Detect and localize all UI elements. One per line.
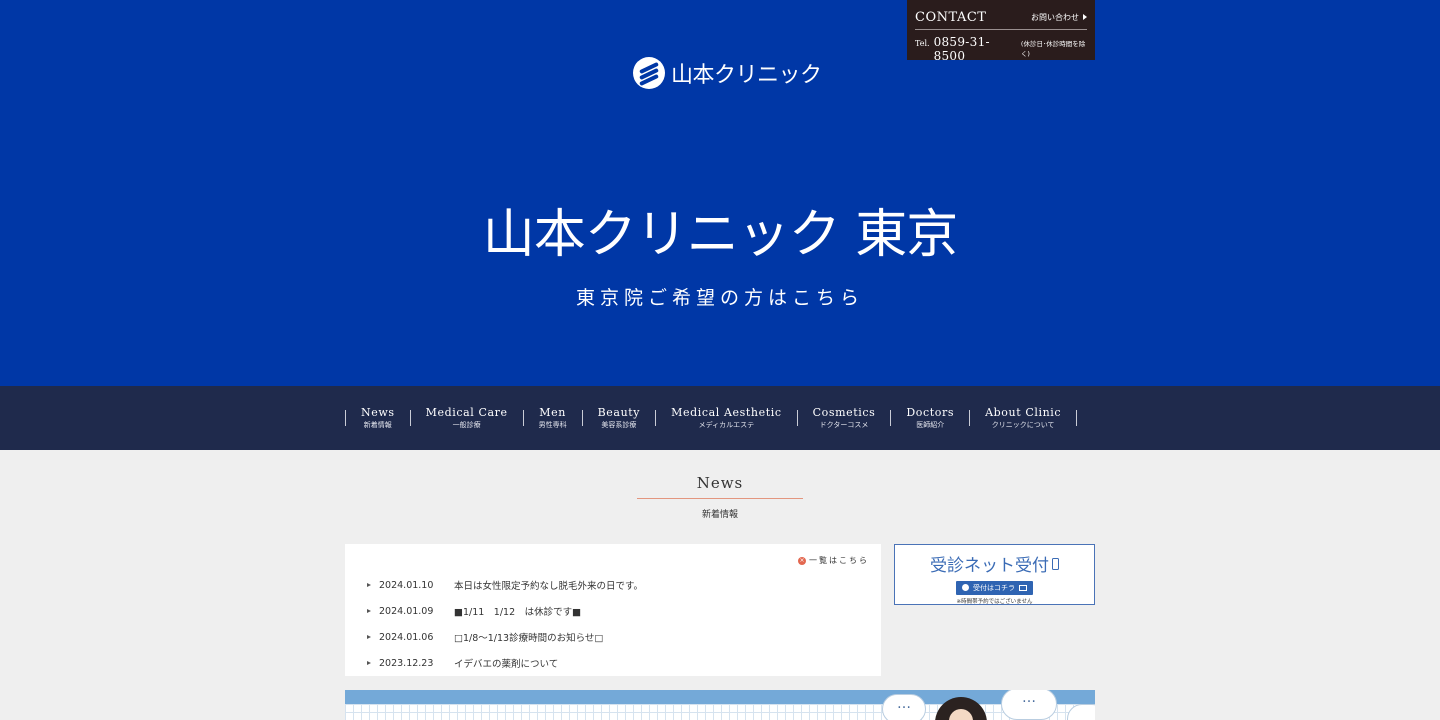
online-reception-banner[interactable]: 受診ネット受付 受付はコチラ ※時間帯予約ではございません [894,544,1095,605]
inquiry-label: お問い合わせ [1031,12,1079,22]
hero-banner[interactable]: 山本クリニック CONTACT お問い合わせ Tel. 0859-31-8500… [0,0,1440,386]
bullet-triangle-icon [367,609,371,613]
nav-item-men[interactable]: Men 男性専科 [524,406,582,430]
news-date: 2023.12.23 [379,657,434,669]
play-circle-icon [962,584,969,591]
reception-button[interactable]: 受付はコチラ [956,580,1033,595]
nav-item-medical-aesthetic[interactable]: Medical Aesthetic メディカルエステ [656,406,796,430]
tel-number[interactable]: 0859-31-8500 [934,35,1013,63]
nav-item-label-jp: 一般診療 [452,421,481,429]
nav-item-label-jp: クリニックについて [991,421,1055,429]
speech-bubble: … [1001,690,1057,720]
nav-item-about-clinic[interactable]: About Clinic クリニックについて [970,406,1076,430]
news-more-label: 一覧はこちら [809,556,869,565]
tel-note: (休診日･休診時間を除く) [1020,40,1086,58]
news-heading-jp: 新着情報 [701,510,738,520]
illustration-banner[interactable]: … … [345,690,1095,720]
news-section-heading: News 新着情報 [637,474,803,520]
news-title[interactable]: イデバエの薬剤について [454,656,558,670]
bullet-triangle-icon [367,635,371,639]
news-title[interactable]: ■1/11 1/12 は休診です■ [454,604,581,618]
nav-item-label-jp: ドクターコスメ [819,421,869,429]
tel-label: Tel. [915,39,930,48]
monitor-icon [1019,584,1027,591]
nav-item-beauty[interactable]: Beauty 美容系診療 [583,406,655,430]
news-item[interactable]: 2024.01.09 ■1/11 1/12 は休診です■ [367,598,643,624]
nav-item-doctors[interactable]: Doctors 医師紹介 [891,406,969,430]
nav-divider [1076,410,1078,426]
reception-note: ※時間帯予約ではございません [956,599,1033,605]
heading-underline [637,498,803,499]
nav-item-cosmetics[interactable]: Cosmetics ドクターコスメ [798,406,891,430]
contact-box[interactable]: CONTACT お問い合わせ Tel. 0859-31-8500 (休診日･休診… [907,0,1095,63]
hero-subtitle[interactable]: 東京院ご希望の方はこちら [0,283,1440,310]
news-list: 2024.01.10 本日は女性限定予約なし脱毛外来の日です。 2024.01.… [367,572,643,676]
inquiry-link[interactable]: お問い合わせ [1031,12,1087,23]
reception-button-label: 受付はコチラ [973,583,1015,592]
news-title[interactable]: 本日は女性限定予約なし脱毛外来の日です。 [454,578,643,592]
nav-item-news[interactable]: News 新着情報 [346,406,410,430]
arrow-right-icon [1083,14,1087,20]
news-date: 2024.01.10 [379,579,434,591]
news-more-link[interactable]: × 一覧はこちら [798,555,869,566]
news-list-box: × 一覧はこちら 2024.01.10 本日は女性限定予約なし脱毛外来の日です。… [345,544,881,676]
nav-item-medical-care[interactable]: Medical Care 一般診療 [411,406,523,430]
nav-item-label-jp: 新着情報 [363,421,392,429]
nav-item-label-en: Men [539,406,566,419]
nav-item-label-jp: メディカルエステ [698,421,755,429]
nav-item-label-jp: 医師紹介 [916,421,945,429]
contact-title: CONTACT [915,9,987,25]
news-item[interactable]: 2024.01.10 本日は女性限定予約なし脱毛外来の日です。 [367,572,643,598]
nav-item-label-en: Doctors [906,406,955,419]
close-circle-icon: × [798,556,806,565]
nav-item-label-en: Medical Care [425,406,508,419]
nav-item-label-en: About Clinic [985,406,1062,419]
news-date: 2024.01.09 [379,605,434,617]
nav-item-label-en: Cosmetics [812,406,876,419]
nav-item-label-jp: 男性専科 [538,421,567,429]
nav-item-label-en: News [361,406,395,419]
hero-title: 山本クリニック 東京 [482,205,959,265]
news-item[interactable]: 2023.12.23 イデバエの薬剤について [367,650,643,676]
news-date: 2024.01.06 [379,631,434,643]
global-nav: News 新着情報 Medical Care 一般診療 Men 男性専科 Bea… [345,404,1078,432]
smartphone-icon [1052,557,1059,570]
news-item[interactable]: 2024.01.06 □1/8〜1/13診療時間のお知らせ□ [367,624,643,650]
reception-title: 受診ネット受付 [930,556,1049,576]
nav-item-label-en: Beauty [597,406,641,419]
doctor-illustration [935,697,987,720]
bullet-triangle-icon [367,661,371,665]
logo-name: 山本クリニック [671,63,822,88]
news-title[interactable]: □1/8〜1/13診療時間のお知らせ□ [454,630,603,644]
bullet-triangle-icon [367,583,371,587]
global-nav-bar: News 新着情報 Medical Care 一般診療 Men 男性専科 Bea… [0,386,1440,450]
logo-mark-icon [633,57,665,89]
news-heading-en: News [696,474,744,492]
clinic-logo[interactable]: 山本クリニック [633,56,822,90]
nav-item-label-en: Medical Aesthetic [671,406,782,419]
nav-item-label-jp: 美容系診療 [601,421,637,429]
speech-bubble: … [882,694,926,720]
